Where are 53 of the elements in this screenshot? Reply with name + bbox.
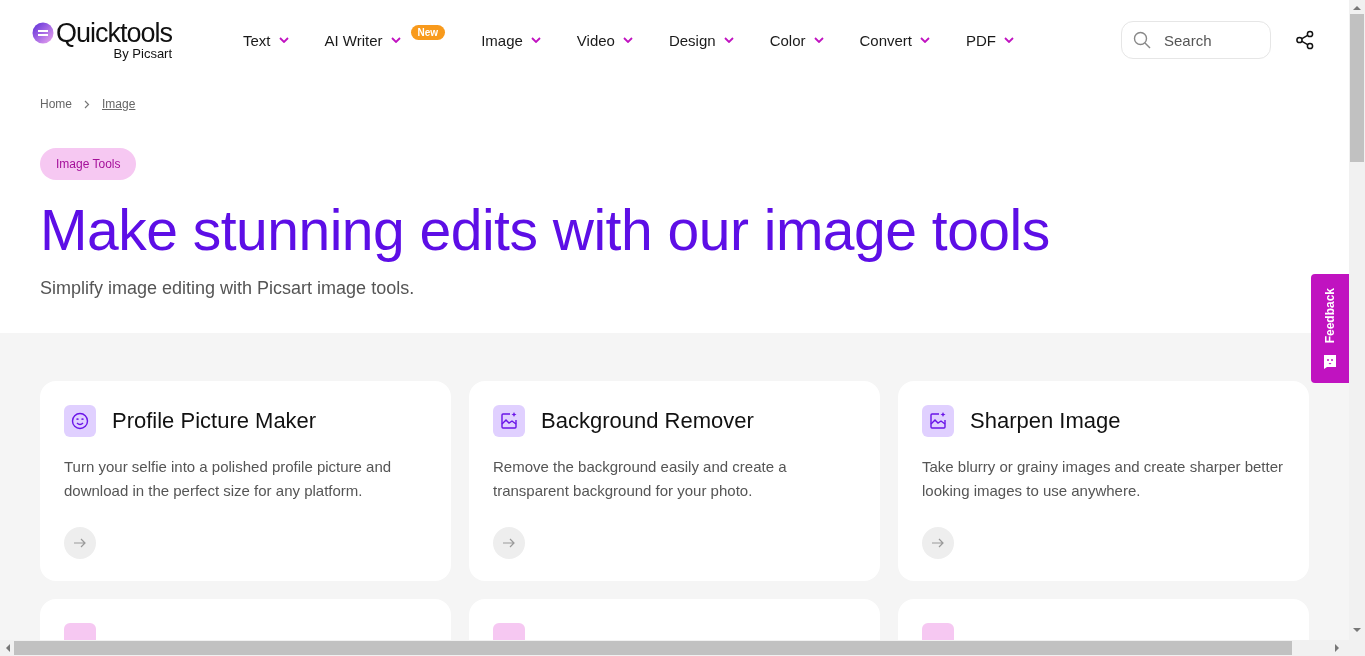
page-subtitle: Simplify image editing with Picsart image tools. — [40, 278, 416, 299]
chevron-down-icon — [530, 37, 541, 43]
tool-card[interactable]: Profile Picture Maker Turn your selfie into a polished profile picture and download in the perfect size for any platform. — [40, 381, 451, 581]
chevron-down-icon — [622, 37, 633, 43]
vertical-scrollbar[interactable] — [1349, 0, 1365, 640]
nav-menu-item[interactable]: Image — [481, 31, 523, 49]
feedback-tab[interactable]: Feedback — [1311, 274, 1349, 383]
new-badge: New — [410, 24, 446, 40]
image-sparkle-icon — [493, 405, 525, 437]
nav-menu-item[interactable]: AI Writer — [324, 31, 383, 49]
smiley-chat-icon — [1322, 353, 1338, 370]
card-title: Background Remover — [541, 408, 754, 434]
arrow-right-icon — [73, 538, 87, 548]
card-description: Remove the background easily and create a transparent background for your photo. — [493, 457, 788, 501]
arrow-button[interactable] — [64, 527, 96, 559]
share-icon[interactable] — [1295, 30, 1315, 50]
arrow-right-icon — [931, 538, 945, 548]
chevron-down-icon — [278, 37, 289, 43]
arrow-right-icon — [502, 538, 516, 548]
page-heading: Make stunning edits with our image tools — [40, 197, 1051, 264]
chevron-down-icon — [723, 37, 734, 43]
chevron-down-icon — [1004, 37, 1015, 43]
card-description: Take blurry or grainy images and create sharper better looking images to use anywhere. — [922, 457, 1284, 501]
chevron-down-icon — [920, 37, 931, 43]
scrollbar-thumb[interactable] — [1350, 14, 1364, 162]
chevron-down-icon — [813, 37, 824, 43]
search-icon — [1133, 31, 1151, 49]
breadcrumb-link[interactable]: Home — [40, 97, 72, 111]
nav-menu-item[interactable]: Color — [769, 31, 806, 49]
scrollbar-thumb[interactable] — [14, 641, 1292, 655]
logo-icon — [32, 22, 54, 44]
card-title: Profile Picture Maker — [112, 408, 317, 434]
chevron-right-icon — [84, 99, 90, 109]
logo-wordmark[interactable]: Quicktools — [56, 19, 173, 47]
arrow-button[interactable] — [493, 527, 525, 559]
chevron-down-icon — [390, 37, 401, 43]
category-tag: Image Tools — [40, 148, 137, 180]
card-description: Turn your selfie into a polished profile picture and download in the perfect size for any platform. — [64, 457, 393, 501]
logo-byline: By Picsart — [113, 47, 173, 61]
search-field[interactable]: Search — [1121, 21, 1271, 59]
tool-card[interactable]: Sharpen Image Take blurry or grainy images and create sharper better looking images to use anywhere. — [898, 381, 1309, 581]
breadcrumb-link[interactable]: Image — [102, 97, 136, 111]
smiley-icon — [64, 405, 96, 437]
nav-menu-item[interactable]: Video — [576, 31, 615, 49]
card-title: Sharpen Image — [970, 408, 1121, 434]
horizontal-scrollbar[interactable] — [0, 640, 1365, 656]
nav-menu-item[interactable]: Text — [243, 31, 271, 49]
nav-menu-item[interactable]: Design — [668, 31, 716, 49]
nav-menu-item[interactable]: PDF — [966, 31, 997, 49]
image-sparkle-icon — [922, 405, 954, 437]
tool-card[interactable]: Background Remover Remove the background easily and create a transparent background for your photo. — [469, 381, 880, 581]
arrow-button[interactable] — [922, 527, 954, 559]
nav-menu-item[interactable]: Convert — [859, 31, 913, 49]
